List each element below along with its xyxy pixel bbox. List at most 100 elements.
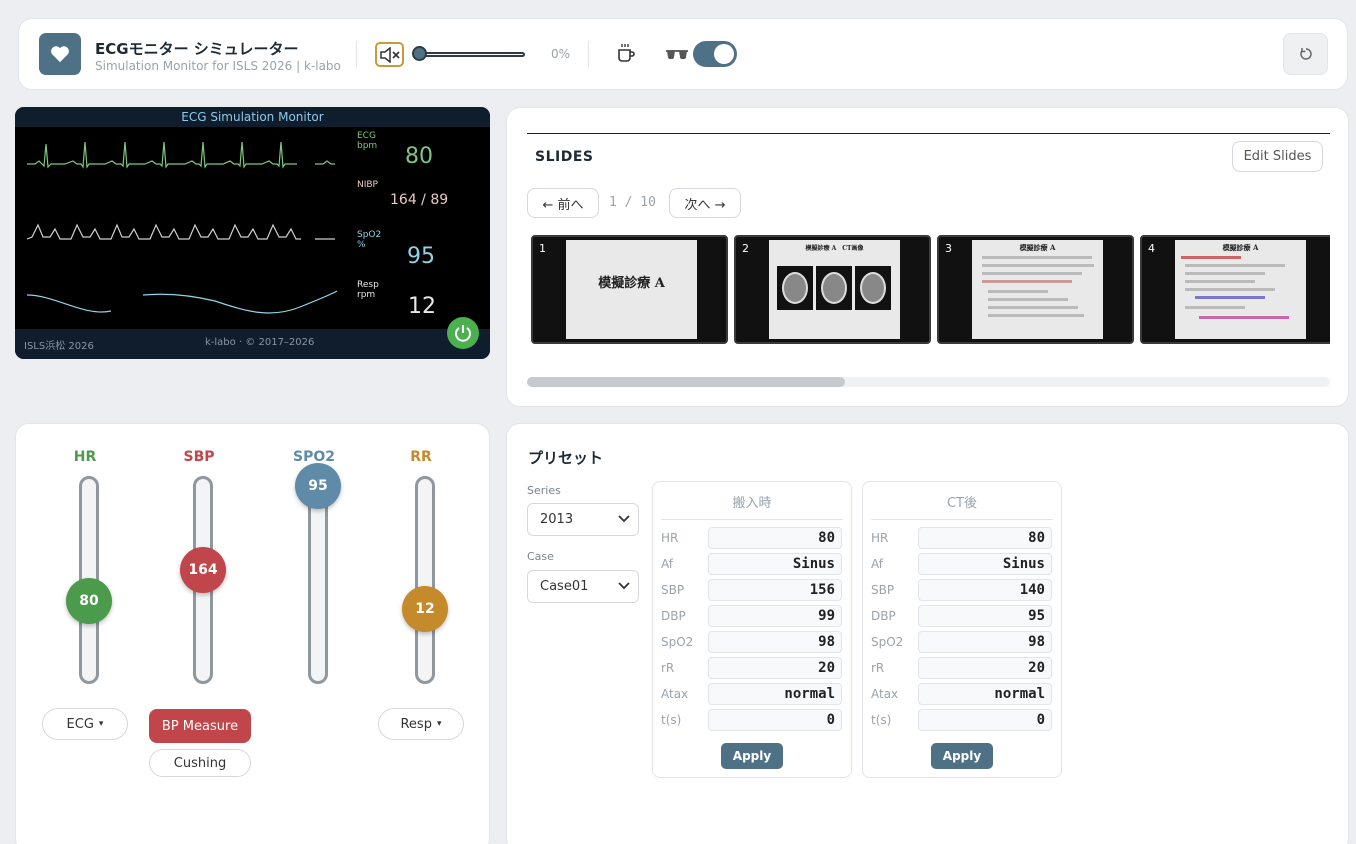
ecg-unit: bpm (357, 141, 378, 151)
prev-slide-button[interactable]: ← 前へ (527, 188, 599, 218)
preset-value-field[interactable]: 156 (708, 579, 842, 601)
slide-heading: 模擬診療 A (1019, 243, 1056, 252)
apply-preset-button[interactable]: Apply (721, 743, 783, 769)
preset-value-field[interactable]: Sinus (918, 553, 1052, 575)
reset-button[interactable] (1283, 33, 1328, 75)
spo2-label: SpO2 (357, 230, 382, 240)
preset-row: rR 20 (661, 657, 847, 679)
preset-row: rR 20 (871, 657, 1057, 679)
text-line (988, 314, 1084, 317)
case-value: Case01 (540, 579, 589, 594)
spo2-waveform (26, 223, 301, 240)
preset-row: HR 80 (871, 527, 1057, 549)
slide-thumbnail[interactable]: 4 模擬診療 A (1140, 235, 1330, 344)
preset-row: Af Sinus (871, 553, 1057, 575)
divider (527, 133, 1330, 134)
sbp-slider-knob[interactable]: 164 (180, 546, 226, 593)
preset-column-title: CT後 (871, 492, 1053, 520)
edit-slides-button[interactable]: Edit Slides (1232, 141, 1323, 172)
preset-row-label: Atax (661, 687, 689, 701)
preset-value-field[interactable]: 20 (708, 657, 842, 679)
preset-row: Atax normal (871, 683, 1057, 705)
text-line (1195, 296, 1265, 299)
ecg-rhythm-dropdown[interactable]: ECG ▾ (42, 708, 128, 740)
power-button[interactable] (447, 317, 479, 349)
preset-value-field[interactable]: 20 (918, 657, 1052, 679)
cushing-button[interactable]: Cushing (149, 749, 251, 777)
preset-value-field[interactable]: 95 (918, 605, 1052, 627)
text-line (1185, 288, 1275, 291)
slide-preview: 模擬診療 A (1175, 240, 1306, 339)
chevron-down-icon: ▾ (98, 719, 104, 729)
mute-button[interactable] (375, 42, 404, 67)
preset-row-label: DBP (661, 609, 686, 623)
hr-slider-label: HR (73, 449, 97, 465)
slide-thumbnail[interactable]: 3 模擬診療 A (937, 235, 1134, 344)
text-line (1181, 256, 1241, 259)
resp-waveform (26, 290, 338, 314)
apply-preset-button[interactable]: Apply (931, 743, 993, 769)
chevron-down-icon (618, 515, 630, 523)
text-line (988, 298, 1068, 301)
rr-slider-knob[interactable]: 12 (402, 586, 448, 633)
slide-thumbnail[interactable]: 1 模擬診療 A (531, 235, 728, 344)
bp-measure-button[interactable]: BP Measure (149, 709, 251, 743)
spo2-slider-knob[interactable]: 95 (295, 463, 341, 510)
slides-panel: SLIDES Edit Slides ← 前へ 1 / 10 次へ → 1 模擬… (506, 107, 1349, 407)
divider (588, 41, 589, 67)
chevron-down-icon (618, 582, 630, 590)
ct-image (816, 266, 852, 310)
app-subtitle: Simulation Monitor for ISLS 2026 | k-lab… (95, 59, 341, 73)
rr-slider-track[interactable] (415, 476, 435, 684)
next-slide-button[interactable]: 次へ → (669, 188, 741, 218)
app-logo (39, 33, 81, 75)
night-mode-toggle[interactable] (693, 41, 737, 67)
case-select[interactable]: Case01 (527, 570, 639, 603)
preset-value-field[interactable]: normal (708, 683, 842, 705)
app-title: ECGモニター シミュレーター (95, 40, 299, 58)
slide-thumbnail[interactable]: 2 模擬診療 A CT画像 (734, 235, 931, 344)
case-label: Case (527, 550, 554, 563)
presets-title: プリセット (528, 449, 604, 467)
volume-slider[interactable] (417, 52, 525, 57)
preset-value-field[interactable]: 98 (918, 631, 1052, 653)
preset-value-field[interactable]: normal (918, 683, 1052, 705)
preset-value-field[interactable]: Sinus (708, 553, 842, 575)
resp-pattern-dropdown[interactable]: Resp ▾ (378, 708, 464, 740)
sbp-slider-label: SBP (183, 449, 215, 465)
slide-number: 4 (1148, 242, 1155, 255)
text-line (1185, 264, 1285, 267)
coffee-cup-icon[interactable] (614, 41, 638, 69)
series-select[interactable]: 2013 (527, 503, 639, 536)
preset-value-field[interactable]: 140 (918, 579, 1052, 601)
text-line (982, 264, 1094, 267)
preset-value-field[interactable]: 80 (918, 527, 1052, 549)
glasses-icon (665, 46, 689, 65)
preset-row: HR 80 (661, 527, 847, 549)
slides-scrollbar[interactable] (527, 377, 1330, 387)
preset-value-field[interactable]: 80 (708, 527, 842, 549)
slide-number: 2 (742, 242, 749, 255)
hr-slider-knob[interactable]: 80 (66, 577, 112, 624)
preset-row: Atax normal (661, 683, 847, 705)
volume-percent: 0% (551, 47, 571, 61)
nibp-value: 164 / 89 (390, 192, 449, 208)
preset-row-label: DBP (871, 609, 896, 623)
preset-row: DBP 99 (661, 605, 847, 627)
text-line (1185, 272, 1265, 275)
series-label: Series (527, 484, 561, 497)
scrollbar-thumb[interactable] (527, 377, 845, 387)
preset-row-label: Af (871, 557, 884, 571)
preset-value-field[interactable]: 0 (708, 709, 842, 731)
reset-icon (1299, 48, 1312, 60)
spo2-value: 95 (407, 244, 435, 269)
slide-number: 1 (539, 242, 546, 255)
preset-value-field[interactable]: 98 (708, 631, 842, 653)
slide-thumbnails[interactable]: 1 模擬診療 A 2 模擬診療 A CT画像 3 模擬診療 A 4 模擬診療 A (531, 235, 1330, 347)
slide-heading: 模擬診療 A (1222, 243, 1259, 252)
volume-slider-thumb[interactable] (412, 46, 427, 61)
preset-value-field[interactable]: 0 (918, 709, 1052, 731)
preset-value-field[interactable]: 99 (708, 605, 842, 627)
divider (356, 41, 357, 67)
preset-row-label: t(s) (871, 713, 892, 727)
